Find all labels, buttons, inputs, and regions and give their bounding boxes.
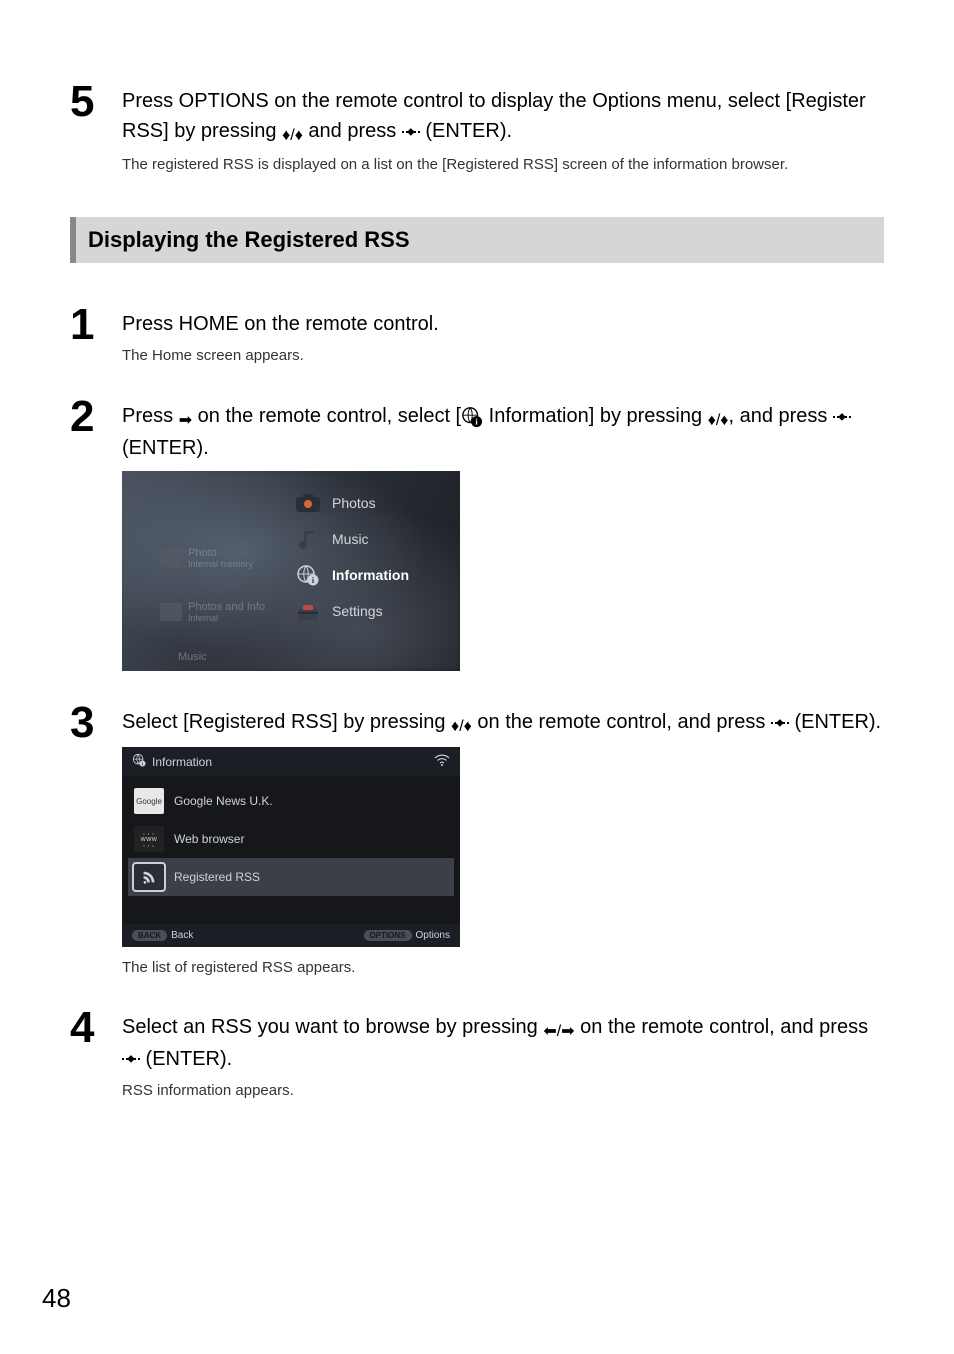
step-5-note: The registered RSS is displayed on a lis…	[122, 154, 884, 177]
step-number-5: 5	[70, 80, 122, 124]
information-globe-icon: i	[132, 753, 146, 770]
info-header-title: Information	[152, 755, 212, 769]
step-1: 1 Press HOME on the remote control. The …	[70, 303, 884, 380]
info-item-web-browser[interactable]: • • • www • • • Web browser	[128, 820, 454, 858]
info-item-google-news[interactable]: Google Google News U.K.	[128, 782, 454, 820]
information-list-screenshot: i Information Google Google News U.K. • …	[122, 747, 460, 947]
step-5: 5 Press OPTIONS on the remote control to…	[70, 80, 884, 189]
step-5-body: Press OPTIONS on the remote control to d…	[122, 80, 884, 189]
step-2-body: Press ➡ on the remote control, select [i…	[122, 395, 884, 687]
page-number: 48	[42, 1283, 71, 1314]
step-1-instruction: Press HOME on the remote control.	[122, 309, 884, 339]
ghost-label-music: Music	[178, 651, 207, 663]
step3-text-a: Select [Registered RSS] by pressing	[122, 711, 451, 733]
menu-photos-label: Photos	[332, 495, 376, 511]
up-down-arrows-icon: ♦/♦	[282, 124, 303, 148]
step3-text-b: on the remote control, and press	[472, 711, 771, 733]
step2-text-e: (ENTER).	[122, 437, 209, 459]
info-screen-header: i Information	[122, 747, 460, 776]
ghost-photo-label: Photo	[188, 547, 253, 559]
menu-item-photos[interactable]: Photos	[290, 485, 450, 521]
menu-item-settings[interactable]: Settings	[290, 593, 450, 629]
enter-icon	[833, 410, 851, 424]
step4-text-c: (ENTER).	[140, 1048, 232, 1070]
step3-text-c: (ENTER).	[789, 711, 881, 733]
www-thumb-icon: • • • www • • •	[134, 826, 164, 852]
up-down-arrows-icon: ♦/♦	[708, 409, 729, 433]
step-1-body: Press HOME on the remote control. The Ho…	[122, 303, 884, 380]
camera-icon	[294, 492, 322, 514]
step-3-body: Select [Registered RSS] by pressing ♦/♦ …	[122, 701, 884, 992]
step-4-note: RSS information appears.	[122, 1080, 884, 1103]
ghost-thumb-icon	[160, 603, 182, 621]
ghost-photosinfo-sublabel: Internal	[188, 613, 265, 623]
ghost-photosinfo-label: Photos and Info	[188, 601, 265, 613]
step-4-body: Select an RSS you want to browse by pres…	[122, 1006, 884, 1115]
ghost-label-photos-info: Photos and Info Internal	[160, 601, 265, 623]
google-thumb-icon: Google	[134, 788, 164, 814]
music-note-icon	[294, 528, 322, 550]
step2-text-b: on the remote control, select [	[192, 405, 461, 427]
step-number-1: 1	[70, 303, 122, 347]
step5-text-a: Press OPTIONS on the remote control to d…	[122, 90, 786, 112]
toolbox-icon	[294, 600, 322, 622]
step-number-2: 2	[70, 395, 122, 439]
section-heading-displaying-rss: Displaying the Registered RSS	[70, 217, 884, 263]
footer-back-label: Back	[171, 930, 193, 941]
step2-text-c: Information] by pressing	[483, 405, 708, 427]
enter-icon	[771, 716, 789, 730]
footer-options-label: Options	[416, 930, 450, 941]
ghost-thumb-icon	[160, 549, 182, 567]
wifi-icon	[434, 754, 450, 769]
home-menu-list: Photos Music i Information Settings	[290, 485, 450, 629]
www-thumb-label: www	[141, 836, 158, 843]
svg-text:i: i	[142, 761, 143, 766]
step2-text-d: , and press	[728, 405, 833, 427]
step-number-3: 3	[70, 701, 122, 745]
info-item-registered-rss[interactable]: Registered RSS	[128, 858, 454, 896]
step-number-4: 4	[70, 1006, 122, 1050]
menu-settings-label: Settings	[332, 603, 383, 619]
rss-thumb-icon	[134, 864, 164, 890]
info-item-google-label: Google News U.K.	[174, 794, 273, 808]
options-pill-icon: OPTIONS	[364, 930, 412, 941]
step2-text-a: Press	[122, 405, 179, 427]
step-5-instruction: Press OPTIONS on the remote control to d…	[122, 86, 884, 148]
info-item-rss-label: Registered RSS	[174, 870, 260, 884]
info-item-web-label: Web browser	[174, 832, 244, 846]
step-2: 2 Press ➡ on the remote control, select …	[70, 395, 884, 687]
menu-item-information[interactable]: i Information	[290, 557, 450, 593]
menu-information-label: Information	[332, 567, 409, 583]
home-menu-screenshot: Photo Internal memory Photos and Info In…	[122, 471, 460, 671]
enter-icon	[122, 1052, 140, 1066]
step-1-note: The Home screen appears.	[122, 345, 884, 368]
ghost-photo-sublabel: Internal memory	[188, 559, 253, 569]
step-4: 4 Select an RSS you want to browse by pr…	[70, 1006, 884, 1115]
back-pill-icon: BACK	[132, 930, 167, 941]
footer-options[interactable]: OPTIONS Options	[364, 930, 450, 941]
info-list: Google Google News U.K. • • • www • • • …	[122, 776, 460, 902]
step5-text-d: (ENTER).	[420, 120, 512, 142]
step-3-instruction: Select [Registered RSS] by pressing ♦/♦ …	[122, 707, 884, 739]
step4-text-a: Select an RSS you want to browse by pres…	[122, 1016, 543, 1038]
step-3-note: The list of registered RSS appears.	[122, 957, 884, 980]
menu-music-label: Music	[332, 531, 369, 547]
menu-item-music[interactable]: Music	[290, 521, 450, 557]
ghost-label-photo: Photo Internal memory	[160, 547, 253, 569]
step-4-instruction: Select an RSS you want to browse by pres…	[122, 1012, 884, 1074]
step-2-instruction: Press ➡ on the remote control, select [i…	[122, 401, 884, 463]
step4-text-b: on the remote control, and press	[575, 1016, 869, 1038]
ghost-music-label: Music	[178, 651, 207, 663]
up-down-arrows-icon: ♦/♦	[451, 715, 472, 739]
step5-text-c: and press	[303, 120, 402, 142]
information-globe-icon: i	[294, 564, 322, 586]
info-footer: BACK Back OPTIONS Options	[122, 924, 460, 947]
footer-back[interactable]: BACK Back	[132, 930, 193, 941]
right-arrow-icon: ➡	[179, 409, 192, 433]
left-right-arrows-icon: ⬅/➡	[543, 1020, 574, 1044]
step-3: 3 Select [Registered RSS] by pressing ♦/…	[70, 701, 884, 992]
information-globe-icon: i	[461, 406, 483, 428]
enter-icon	[402, 125, 420, 139]
